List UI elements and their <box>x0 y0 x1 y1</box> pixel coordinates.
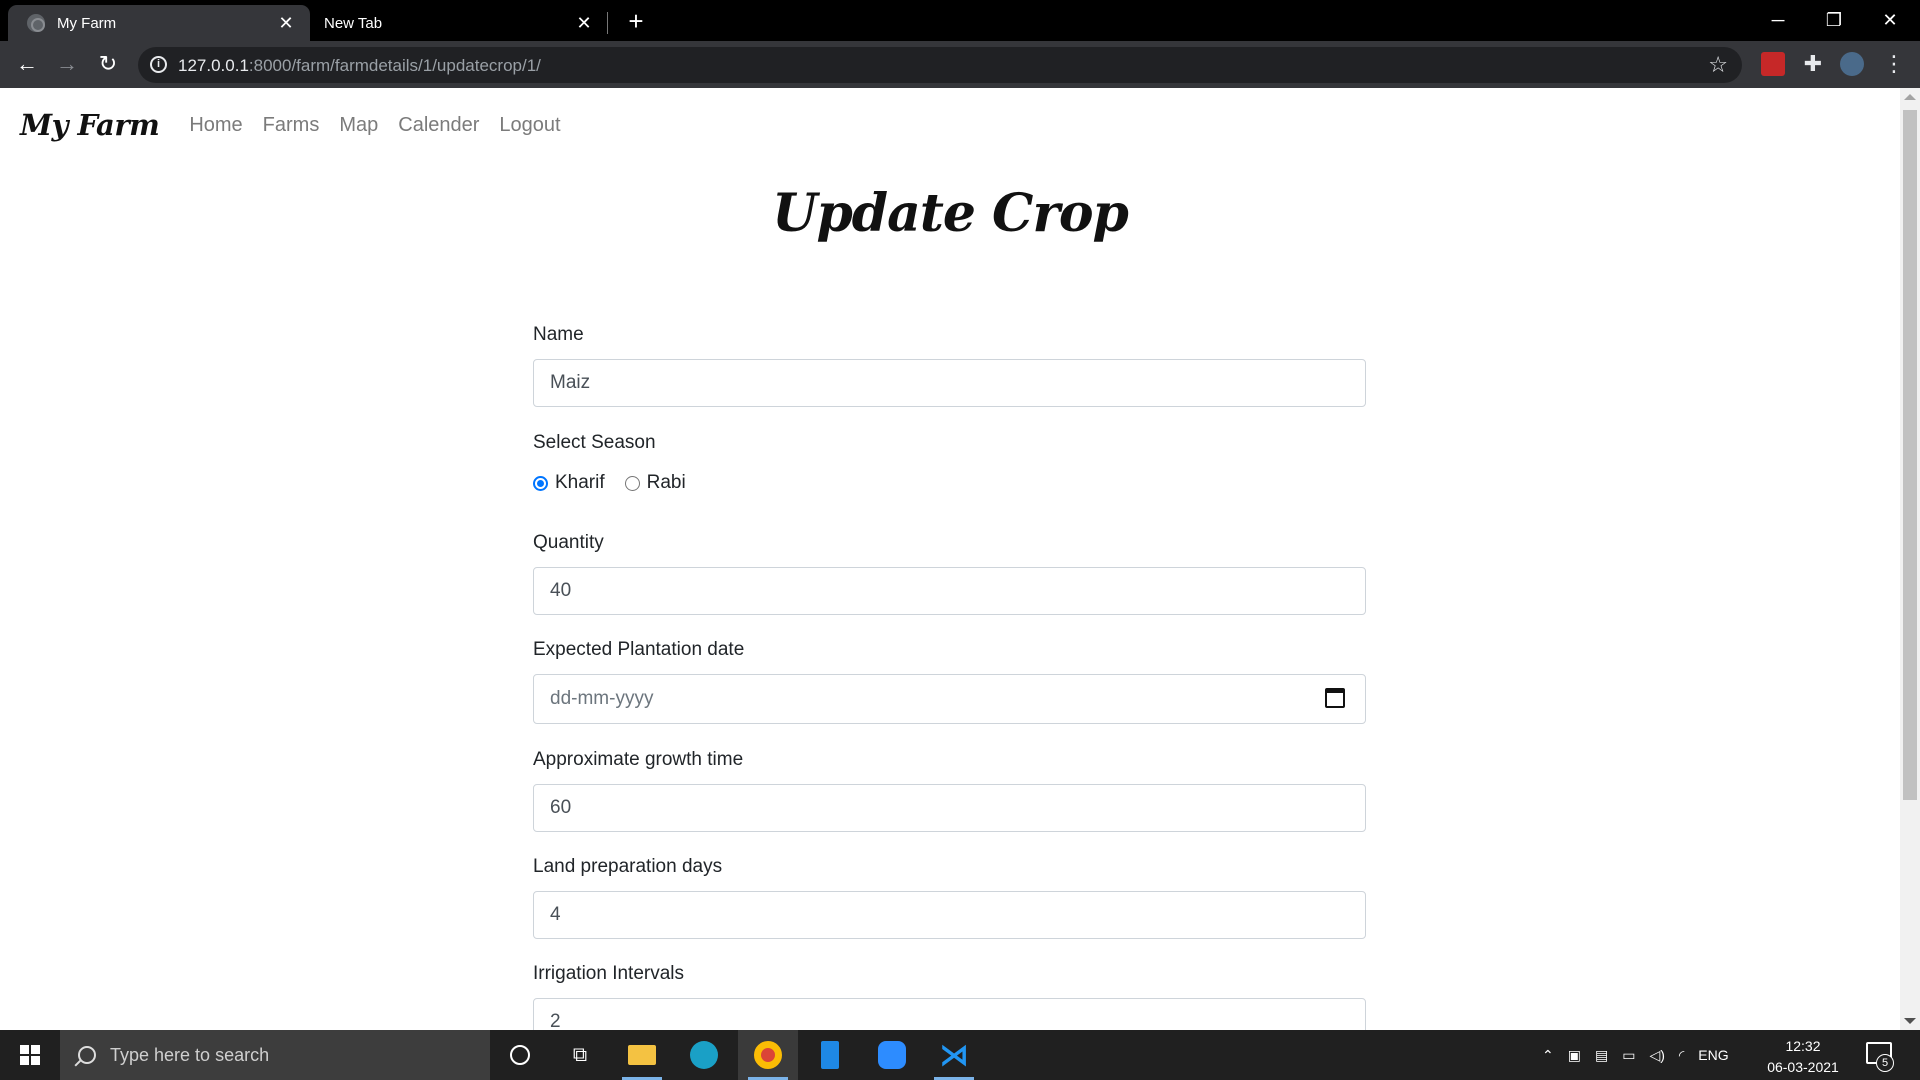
bookmark-star-icon[interactable]: ☆ <box>1708 52 1728 78</box>
globe-icon <box>27 14 45 32</box>
quantity-input[interactable]: 40 <box>533 567 1366 615</box>
edge-icon[interactable] <box>674 1030 734 1080</box>
page-title: Update Crop <box>772 183 1129 244</box>
windows-logo-icon <box>20 1045 40 1065</box>
nav-link-farms[interactable]: Farms <box>263 114 320 137</box>
nav-link-home[interactable]: Home <box>189 114 242 137</box>
start-button[interactable] <box>0 1030 60 1080</box>
site-navbar: My Farm Home Farms Map Calender Logout <box>20 88 581 162</box>
windows-taskbar: Type here to search ⧉ ⋊ ⌃ ▣ ▤ ▭ ◁) ◜ ENG… <box>0 1030 1920 1080</box>
reload-icon[interactable]: ↻ <box>93 49 123 79</box>
close-window-button[interactable]: ✕ <box>1862 0 1918 41</box>
close-tab-icon[interactable]: ✕ <box>574 13 594 33</box>
plantation-date-label: Expected Plantation date <box>533 639 745 660</box>
season-label: Select Season <box>533 432 656 453</box>
scroll-up-arrow-icon[interactable] <box>1904 94 1916 100</box>
zoom-icon[interactable] <box>862 1030 922 1080</box>
new-tab-button[interactable]: + <box>622 8 650 36</box>
meet-now-icon[interactable]: ▣ <box>1568 1047 1581 1064</box>
page-viewport: My Farm Home Farms Map Calender Logout U… <box>0 88 1920 1030</box>
browser-tab-bar: My Farm ✕ New Tab ✕ + ─ ❐ ✕ <box>0 0 1920 41</box>
extensions-puzzle-icon[interactable]: ✚ <box>1801 52 1825 76</box>
system-tray: ⌃ ▣ ▤ ▭ ◁) ◜ ENG <box>1542 1030 1729 1080</box>
site-info-icon[interactable]: i <box>150 56 167 73</box>
volume-icon[interactable]: ◁) <box>1649 1047 1664 1064</box>
radio-rabi[interactable] <box>624 475 640 491</box>
plantation-date-placeholder: dd-mm-yyyy <box>550 688 654 709</box>
tab-new-tab[interactable]: New Tab ✕ <box>310 5 608 41</box>
name-label: Name <box>533 324 584 345</box>
pocket-extension-icon[interactable] <box>1761 52 1785 76</box>
brand-logo[interactable]: My Farm <box>20 108 160 142</box>
radio-kharif-label: Kharif <box>555 472 605 493</box>
growth-time-input[interactable]: 60 <box>533 784 1366 832</box>
file-explorer-icon[interactable] <box>612 1030 672 1080</box>
forward-arrow-icon[interactable]: → <box>52 49 82 79</box>
security-icon[interactable]: ▤ <box>1595 1047 1608 1064</box>
clock-date: 06-03-2021 <box>1767 1059 1839 1075</box>
battery-icon[interactable]: ▭ <box>1622 1047 1635 1064</box>
close-tab-icon[interactable]: ✕ <box>276 13 296 33</box>
search-icon <box>78 1046 96 1064</box>
calendar-icon[interactable] <box>1325 688 1345 708</box>
back-arrow-icon[interactable]: ← <box>12 49 42 79</box>
taskbar-search-box[interactable]: Type here to search <box>60 1030 490 1080</box>
nav-link-calender[interactable]: Calender <box>398 114 479 137</box>
chrome-icon[interactable] <box>738 1030 798 1080</box>
tab-title: My Farm <box>57 14 117 32</box>
browser-toolbar: ← → ↻ i 127.0.0.1:8000/farm/farmdetails/… <box>0 41 1920 88</box>
scroll-down-arrow-icon[interactable] <box>1904 1018 1916 1024</box>
cortana-icon[interactable] <box>490 1030 550 1080</box>
land-preparation-input[interactable]: 4 <box>533 891 1366 939</box>
notes-app-icon[interactable] <box>800 1030 860 1080</box>
irrigation-intervals-label: Irrigation Intervals <box>533 963 685 984</box>
tab-my-farm[interactable]: My Farm ✕ <box>8 5 310 41</box>
land-preparation-label: Land preparation days <box>533 856 723 877</box>
growth-time-label: Approximate growth time <box>533 749 744 770</box>
notification-count-badge: 5 <box>1876 1054 1894 1072</box>
clock-time: 12:32 <box>1785 1038 1821 1054</box>
radio-rabi-label: Rabi <box>646 472 686 493</box>
minimize-button[interactable]: ─ <box>1750 0 1806 41</box>
irrigation-intervals-input[interactable]: 2 <box>533 998 1366 1030</box>
address-bar[interactable]: i 127.0.0.1:8000/farm/farmdetails/1/upda… <box>138 47 1742 83</box>
search-placeholder: Type here to search <box>110 1044 270 1065</box>
plantation-date-input[interactable]: dd-mm-yyyy <box>533 674 1366 724</box>
tab-divider <box>607 12 608 34</box>
menu-kebab-icon[interactable]: ⋮ <box>1882 52 1906 76</box>
wifi-icon[interactable]: ◜ <box>1679 1047 1684 1064</box>
restore-button[interactable]: ❐ <box>1806 0 1862 41</box>
quantity-label: Quantity <box>533 532 604 553</box>
nav-link-logout[interactable]: Logout <box>499 114 560 137</box>
scrollbar-thumb[interactable] <box>1903 110 1917 800</box>
name-input[interactable]: Maiz <box>533 359 1366 407</box>
system-clock[interactable]: 12:32 06-03-2021 <box>1760 1036 1846 1078</box>
season-radio-group: Kharif Rabi <box>533 472 706 494</box>
page-scrollbar[interactable] <box>1900 88 1920 1030</box>
chevron-up-icon[interactable]: ⌃ <box>1542 1047 1554 1064</box>
vscode-icon[interactable]: ⋊ <box>924 1030 984 1080</box>
profile-avatar-icon[interactable] <box>1840 52 1864 76</box>
language-indicator[interactable]: ENG <box>1698 1047 1728 1063</box>
url-text: 127.0.0.1:8000/farm/farmdetails/1/update… <box>178 56 541 75</box>
tab-title: New Tab <box>324 14 383 32</box>
nav-link-map[interactable]: Map <box>339 114 378 137</box>
radio-kharif[interactable] <box>533 475 548 491</box>
task-view-icon[interactable]: ⧉ <box>550 1030 610 1080</box>
